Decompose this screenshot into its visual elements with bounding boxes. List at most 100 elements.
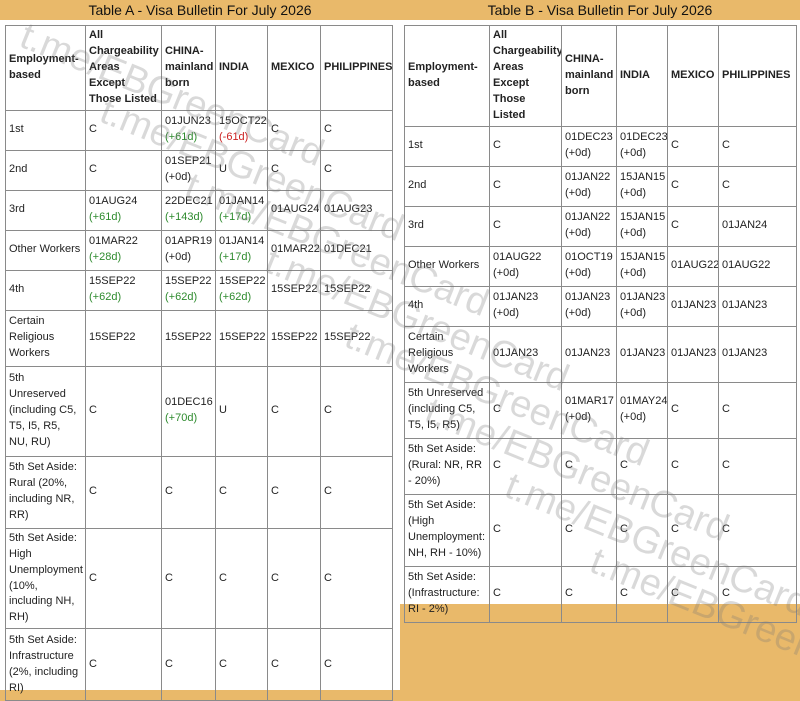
row-label: 5th Set Aside: (High Unemployment: NH, R… [404, 493, 490, 567]
table-cell: C [718, 493, 797, 567]
date-change: (+0d) [620, 411, 646, 424]
table-cell: 01AUG22 [667, 245, 719, 287]
table-cell: 15SEP22 [161, 309, 216, 367]
cutoff-date: 01AUG24 [271, 203, 320, 216]
table-cell: 15SEP22 [320, 309, 393, 367]
table-cell: C [267, 149, 321, 191]
row-label: Other Workers [5, 229, 86, 271]
date-change: (+0d) [565, 187, 591, 200]
table-cell: 01JAN24 [718, 205, 797, 247]
cutoff-date: C [219, 657, 227, 670]
table-cell: C [320, 149, 393, 191]
table-cell: C [85, 149, 162, 191]
date-change: (+0d) [493, 307, 519, 320]
table-b-header-0: Employment-based [404, 25, 490, 127]
cutoff-date: C [722, 587, 730, 600]
table-b: Employment-based All Chargeability Areas … [404, 25, 797, 623]
table-row: 2nd C 01JAN22 (+0d) 15JAN15 (+0d) C C [404, 165, 797, 207]
cutoff-date: C [271, 657, 279, 670]
cutoff-date: 15SEP22 [219, 331, 266, 344]
table-cell: C [489, 437, 562, 495]
cutoff-date: C [722, 459, 730, 472]
cutoff-date: C [271, 404, 279, 417]
cutoff-date: 01JAN23 [722, 347, 768, 360]
cutoff-date: C [493, 179, 501, 192]
table-row: 5th Set Aside: (Infrastructure: RI - 2%)… [404, 565, 797, 623]
table-cell: 01DEC23 (+0d) [561, 125, 617, 167]
table-cell: 01AUG23 [320, 189, 393, 231]
cutoff-date: C [493, 523, 501, 536]
cutoff-date: 15JAN15 [620, 211, 666, 224]
table-cell: C [320, 527, 393, 630]
table-a-header-4: MEXICO [267, 25, 321, 111]
table-cell: C [616, 565, 668, 623]
table-cell: 15JAN15 (+0d) [616, 205, 668, 247]
cutoff-date: 01JAN23 [671, 299, 717, 312]
table-a-header-row: Employment-based All Chargeability Areas … [5, 25, 393, 111]
date-change: (-61d) [219, 131, 249, 144]
table-cell: 15SEP22 [267, 269, 321, 311]
cutoff-date: 01JAN23 [671, 347, 717, 360]
table-cell: 15OCT22 (-61d) [215, 109, 268, 151]
cutoff-date: C [671, 403, 679, 416]
cutoff-date: 01JAN23 [493, 291, 539, 304]
date-change: (+61d) [165, 131, 198, 144]
table-cell: C [320, 628, 393, 701]
table-cell: 01OCT19 (+0d) [561, 245, 617, 287]
cutoff-date: 01JAN24 [722, 219, 768, 232]
cutoff-date: 01JAN23 [565, 291, 611, 304]
date-change: (+0d) [565, 227, 591, 240]
table-cell: 01JAN23 (+0d) [616, 285, 668, 327]
table-cell: 15JAN15 (+0d) [616, 165, 668, 207]
table-row: Certain Religious Workers 15SEP22 15SEP22 1… [5, 309, 393, 367]
table-cell: 01JAN14 (+17d) [215, 189, 268, 231]
date-change: (+62d) [165, 291, 198, 304]
cutoff-date: 01JAN23 [620, 291, 666, 304]
table-cell: C [667, 165, 719, 207]
table-cell: C [616, 493, 668, 567]
table-cell: C [320, 109, 393, 151]
cutoff-date: C [493, 139, 501, 152]
table-cell: C [85, 455, 162, 529]
table-row: 3rd 01AUG24 (+61d) 22DEC21 (+143d) 01JAN14 (+1… [5, 189, 393, 231]
table-cell: C [320, 455, 393, 529]
table-cell: C [667, 205, 719, 247]
row-label: 5th Unreserved (including C5, T5, I5, R5… [404, 381, 490, 439]
table-cell: 01JAN23 [718, 325, 797, 383]
table-cell: 22DEC21 (+143d) [161, 189, 216, 231]
cutoff-date: C [89, 404, 97, 417]
cutoff-date: C [165, 657, 173, 670]
cutoff-date: 01APR19 [165, 235, 213, 248]
table-cell: 01MAY24 (+0d) [616, 381, 668, 439]
table-cell: C [489, 493, 562, 567]
cutoff-date: 15SEP22 [271, 331, 318, 344]
cutoff-date: C [493, 587, 501, 600]
cutoff-date: 15SEP22 [324, 331, 371, 344]
row-label: 5th Unreserved (including C5, T5, I5, R5… [5, 365, 86, 457]
table-cell: 01APR19 (+0d) [161, 229, 216, 271]
cutoff-date: C [271, 485, 279, 498]
cutoff-date: C [271, 571, 279, 584]
row-label: 5th Set Aside: Infrastructure (2%, inclu… [5, 628, 86, 701]
cutoff-date: 01SEP21 [165, 155, 212, 168]
cutoff-date: C [722, 179, 730, 192]
cutoff-date: C [620, 523, 628, 536]
table-row: 1st C 01JUN23 (+61d) 15OCT22 (-61d) C C [5, 109, 393, 151]
table-row: 1st C 01DEC23 (+0d) 01DEC23 (+0d) C C [404, 125, 797, 167]
cutoff-date: C [671, 179, 679, 192]
table-cell: 01JAN23 [489, 325, 562, 383]
cutoff-date: C [165, 485, 173, 498]
cutoff-date: 15SEP22 [324, 283, 371, 296]
table-cell: U [215, 365, 268, 457]
table-row: 5th Unreserved (including C5, T5, I5, R5… [5, 365, 393, 457]
table-cell: C [489, 381, 562, 439]
table-cell: 01JAN14 (+17d) [215, 229, 268, 271]
cutoff-date: 22DEC21 [165, 195, 213, 208]
cutoff-date: C [565, 587, 573, 600]
table-cell: 01JUN23 (+61d) [161, 109, 216, 151]
cutoff-date: C [89, 485, 97, 498]
table-a-body: 1st C 01JUN23 (+61d) 15OCT22 (-61d) C C 2nd C 01SE… [5, 109, 393, 701]
table-cell: C [561, 565, 617, 623]
table-b-header-3: INDIA [616, 25, 668, 127]
table-cell: 15SEP22 [267, 309, 321, 367]
